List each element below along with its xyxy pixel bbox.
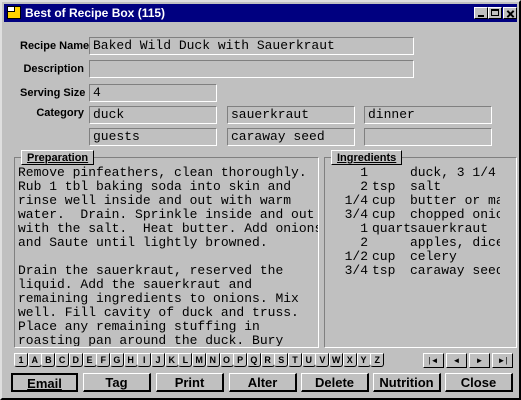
index-tab-p[interactable]: P — [233, 353, 248, 367]
category-field-5[interactable]: caraway seed — [227, 128, 355, 146]
ingredient-name: celery — [410, 249, 457, 264]
ingredient-name: apples, dice — [410, 235, 500, 250]
window-title: Best of Recipe Box (115) — [25, 6, 166, 20]
category-label: Category — [36, 107, 84, 119]
minimize-button[interactable] — [474, 7, 488, 19]
category-field-4[interactable]: guests — [89, 128, 217, 146]
index-tab-u[interactable]: U — [301, 353, 316, 367]
index-tab-k[interactable]: K — [164, 353, 179, 367]
ingredient-row[interactable]: 1/2 cup celery — [328, 250, 500, 264]
folder-icon[interactable] — [7, 6, 21, 19]
index-tab-h[interactable]: H — [123, 353, 138, 367]
index-tab-i[interactable]: I — [137, 353, 152, 367]
ingredient-row[interactable]: 2 tsp salt — [328, 180, 500, 194]
ingredient-name: duck, 3 1/4 — [410, 166, 496, 180]
index-tab-t[interactable]: T — [288, 353, 302, 367]
ingredient-row[interactable]: 1 quart sauerkraut — [328, 222, 500, 236]
index-tab-v[interactable]: V — [315, 353, 330, 367]
nutrition-button[interactable]: Nutrition — [373, 373, 441, 392]
close-window-button[interactable] — [503, 7, 517, 19]
serving-size-field[interactable]: 4 — [89, 84, 217, 102]
ingredients-list[interactable]: 1 duck, 3 1/4 2 tsp salt 1/4 cup butter or ma 3/… — [328, 166, 500, 346]
index-tab-c[interactable]: C — [55, 353, 70, 367]
ingredient-unit: quart — [372, 221, 412, 236]
maximize-button[interactable] — [488, 7, 502, 19]
ingredient-quantity: 3/4 — [344, 263, 368, 278]
index-tab-r[interactable]: R — [260, 353, 275, 367]
preparation-label: Preparation — [21, 150, 95, 165]
alter-button[interactable]: Alter — [229, 373, 297, 392]
ingredient-unit: cup — [372, 249, 396, 264]
index-tab-n[interactable]: N — [205, 353, 220, 367]
recipe-name-field[interactable]: Baked Wild Duck with Sauerkraut — [89, 37, 414, 55]
index-tab-s[interactable]: S — [274, 353, 289, 367]
category-field-2[interactable]: sauerkraut — [227, 106, 355, 124]
description-field[interactable] — [89, 60, 414, 78]
title-bar[interactable]: Best of Recipe Box (115) — [4, 4, 517, 22]
ingredient-quantity: 1 — [360, 166, 368, 180]
ingredient-unit: tsp — [372, 179, 396, 194]
index-tab-w[interactable]: W — [329, 353, 344, 367]
ingredient-row[interactable]: 2 apples, dice — [328, 236, 500, 250]
ingredient-quantity: 2 — [360, 179, 368, 194]
print-button[interactable]: Print — [156, 373, 224, 392]
index-tab-b[interactable]: B — [41, 353, 56, 367]
index-tab-a[interactable]: A — [27, 353, 42, 367]
ingredient-name: salt — [410, 179, 442, 194]
ingredient-quantity: 2 — [360, 235, 368, 250]
last-record-button[interactable]: ►| — [492, 353, 513, 368]
index-tab-l[interactable]: L — [178, 353, 193, 367]
serving-size-label: Serving Size — [20, 87, 86, 99]
index-tab-x[interactable]: X — [342, 353, 357, 367]
ingredient-name: caraway seed — [410, 263, 500, 278]
ingredients-label: Ingredients — [331, 150, 403, 165]
previous-record-button[interactable]: ◄ — [446, 353, 467, 368]
index-tab-o[interactable]: O — [219, 353, 234, 367]
email-button[interactable]: Email — [11, 373, 78, 392]
record-navigation: |◄ ◄ ► ►| — [423, 353, 514, 369]
ingredient-unit: cup — [372, 193, 396, 208]
index-tab-z[interactable]: Z — [370, 353, 385, 367]
description-label: Description — [23, 63, 84, 75]
ingredient-quantity: 3/4 — [344, 207, 368, 222]
ingredient-quantity: 1 — [360, 221, 368, 236]
index-tab-m[interactable]: M — [192, 353, 207, 367]
category-field-6[interactable] — [364, 128, 492, 146]
ingredient-row[interactable]: 3/4 cup chopped onio — [328, 208, 500, 222]
ingredient-name: butter or ma — [410, 193, 500, 208]
ingredient-unit: cup — [372, 207, 396, 222]
index-tab-d[interactable]: D — [68, 353, 83, 367]
index-tab-f[interactable]: F — [96, 353, 111, 367]
email-button-label: Email — [27, 376, 62, 391]
close-button[interactable]: Close — [445, 373, 513, 392]
ingredient-quantity: 1/2 — [344, 249, 368, 264]
ingredient-name: sauerkraut — [410, 221, 489, 236]
ingredients-scrollbar[interactable] — [501, 163, 515, 346]
delete-button[interactable]: Delete — [301, 373, 369, 392]
index-tab-g[interactable]: G — [109, 353, 124, 367]
index-tab-j[interactable]: J — [151, 353, 165, 367]
ingredient-name: chopped onio — [410, 207, 500, 222]
tag-button[interactable]: Tag — [83, 373, 151, 392]
recipe-name-label: Recipe Name — [20, 40, 90, 52]
category-field-1[interactable]: duck — [89, 106, 217, 124]
ingredient-row[interactable]: 1 duck, 3 1/4 — [328, 166, 500, 180]
index-tab-1[interactable]: 1 — [14, 353, 28, 367]
preparation-text[interactable]: Remove pinfeathers, clean thoroughly. Ru… — [18, 166, 318, 346]
ingredient-row[interactable]: 1/4 cup butter or ma — [328, 194, 500, 208]
next-record-button[interactable]: ► — [469, 353, 490, 368]
category-field-3[interactable]: dinner — [364, 106, 492, 124]
index-tab-y[interactable]: Y — [356, 353, 371, 367]
index-tab-e[interactable]: E — [82, 353, 97, 367]
ingredient-quantity: 1/4 — [344, 193, 368, 208]
index-tab-q[interactable]: Q — [246, 353, 261, 367]
first-record-button[interactable]: |◄ — [423, 353, 444, 368]
ingredient-row[interactable]: 3/4 tsp caraway seed — [328, 264, 500, 278]
ingredient-unit: tsp — [372, 263, 396, 278]
